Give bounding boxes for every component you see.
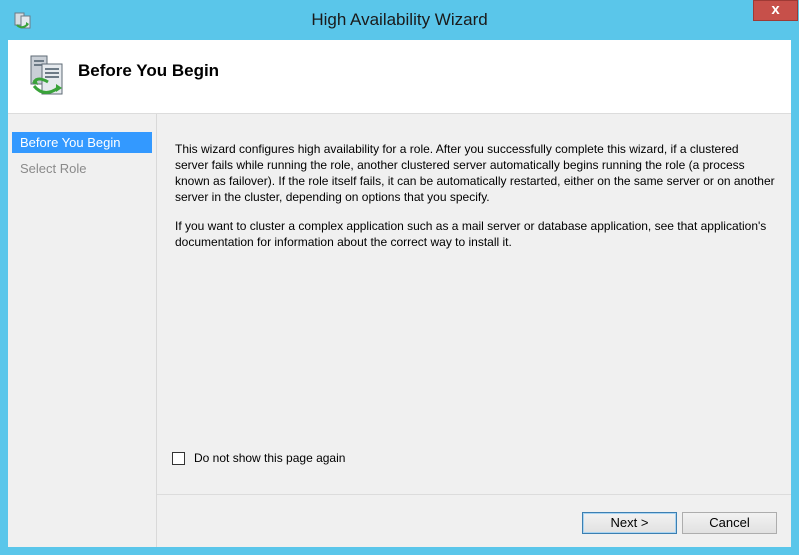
wizard-client-area: Before You Begin Before You Begin Select… — [8, 40, 791, 547]
page-title: Before You Begin — [78, 61, 220, 80]
nav-item-before-you-begin[interactable]: Before You Begin — [12, 132, 152, 153]
wizard-steps-nav: Before You Begin Select Role — [8, 114, 157, 547]
nav-item-select-role[interactable]: Select Role — [12, 158, 152, 179]
wizard-content: This wizard configures high availability… — [157, 114, 791, 494]
cancel-button[interactable]: Cancel — [682, 512, 777, 534]
title-bar[interactable]: High Availability Wizard x — [0, 0, 799, 40]
footer-divider — [157, 494, 791, 495]
window-title: High Availability Wizard — [311, 10, 488, 29]
wizard-window: High Availability Wizard x Before You Be… — [0, 0, 799, 555]
next-button[interactable]: Next > — [582, 512, 677, 534]
dont-show-again-label: Do not show this page again — [194, 451, 346, 465]
wizard-header: Before You Begin — [8, 40, 791, 114]
close-icon: x — [771, 1, 780, 18]
close-button[interactable]: x — [753, 0, 798, 21]
dont-show-again-checkbox[interactable] — [172, 452, 185, 465]
intro-paragraph: This wizard configures high availability… — [175, 142, 775, 204]
cluster-server-icon — [28, 52, 70, 98]
cluster-app-paragraph: If you want to cluster a complex applica… — [175, 219, 767, 249]
